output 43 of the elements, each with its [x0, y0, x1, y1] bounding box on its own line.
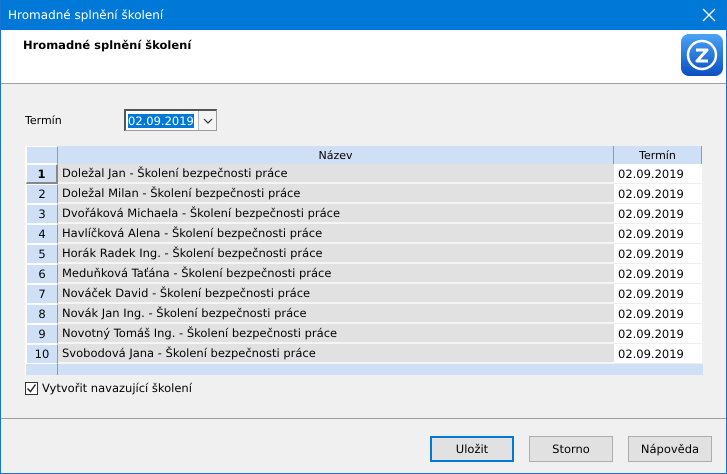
checkbox-label: Vytvořit navazující školení — [42, 381, 192, 395]
term-label: Termín — [25, 114, 63, 126]
table-cell: 02.09.2019 — [614, 324, 702, 344]
table-cell: Havlíčková Alena - Školení bezpečnosti práce — [58, 224, 614, 244]
close-icon[interactable] — [702, 8, 716, 22]
date-field[interactable]: 02.09.2019 — [124, 109, 217, 131]
table-cell: Doležal Jan - Školení bezpečnosti práce — [58, 164, 614, 184]
table-cell: Nováček David - Školení bezpečnosti práce — [58, 284, 614, 304]
table-cell: Novák Jan Ing. - Školení bezpečnosti práce — [58, 304, 614, 324]
row-number[interactable]: 5 — [26, 244, 58, 264]
row-number[interactable]: 4 — [26, 224, 58, 244]
table-cell: Meduňková Taťána - Školení bezpečnosti práce — [58, 264, 614, 284]
row-number[interactable]: 1 — [26, 164, 58, 184]
row-number[interactable]: 6 — [26, 264, 58, 284]
table-cell: Svobodová Jana - Školení bezpečnosti práce — [58, 344, 614, 364]
table-cell: 02.09.2019 — [614, 224, 702, 244]
table-cell: 02.09.2019 — [614, 344, 702, 364]
table-cell: 02.09.2019 — [614, 204, 702, 224]
table-cell: 02.09.2019 — [614, 164, 702, 184]
table-cell: 02.09.2019 — [614, 304, 702, 324]
row-number[interactable]: 9 — [26, 324, 58, 344]
row-number[interactable]: 8 — [26, 304, 58, 324]
table-cell: 02.09.2019 — [614, 284, 702, 304]
dialog-button[interactable]: Storno — [529, 436, 613, 462]
column-header: Termín — [614, 146, 702, 164]
dialog-heading: Hromadné splnění školení — [23, 38, 192, 54]
table-cell: Dvořáková Michaela - Školení bezpečnosti práce — [58, 204, 614, 224]
checkbox[interactable] — [25, 382, 38, 394]
row-number[interactable]: 7 — [26, 284, 58, 304]
column-header: Název — [58, 146, 614, 164]
table-cell: 02.09.2019 — [614, 184, 702, 204]
table-cell: 02.09.2019 — [614, 264, 702, 284]
table-cell: Horák Radek Ing. - Školení bezpečnosti práce — [58, 244, 614, 264]
table-cell: 02.09.2019 — [614, 244, 702, 264]
caret-icon[interactable] — [202, 118, 212, 124]
dialog-button[interactable]: Nápověda — [628, 436, 712, 462]
table-cell: Doležal Milan - Školení bezpečnosti práce — [58, 184, 614, 204]
row-number[interactable]: 3 — [26, 204, 58, 224]
row-number[interactable]: 2 — [26, 184, 58, 204]
row-number[interactable]: 10 — [26, 344, 58, 364]
dialog-button[interactable]: Uložit — [430, 436, 514, 462]
window-title: Hromadné splnění školení — [8, 8, 164, 22]
table-cell: Novotný Tomáš Ing. - Školení bezpečnosti práce — [58, 324, 614, 344]
